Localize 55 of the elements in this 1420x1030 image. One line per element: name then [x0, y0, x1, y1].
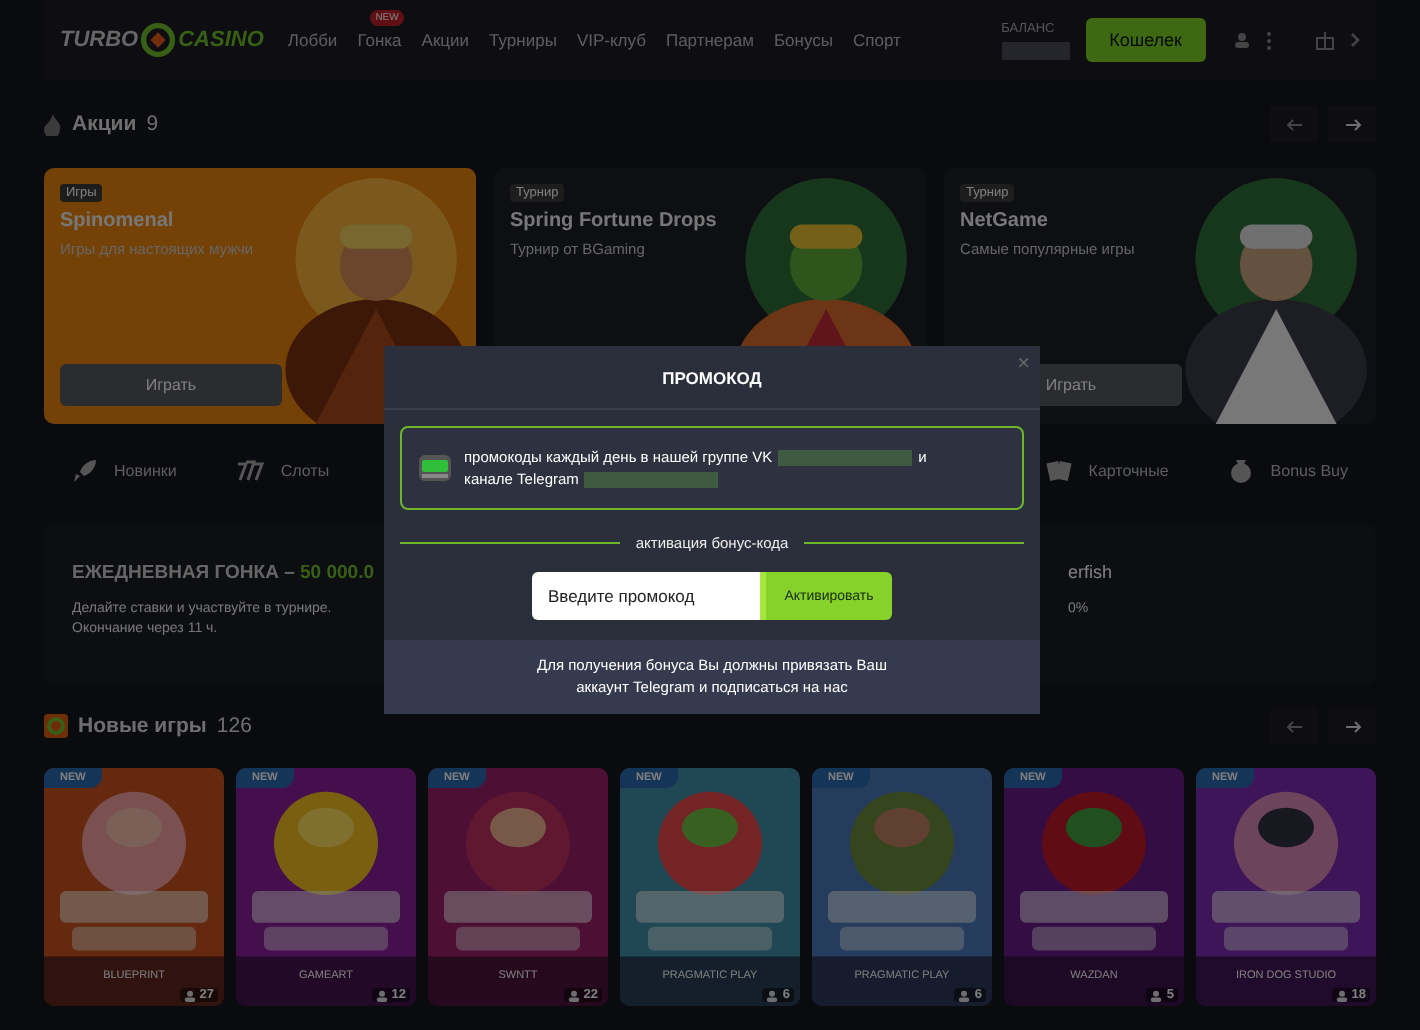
logo-text[interactable]: CASINO: [178, 28, 264, 52]
arrow-left-icon: [1285, 117, 1303, 131]
chevron-right-icon[interactable]: [1350, 32, 1360, 48]
gift-icon[interactable]: [1316, 31, 1334, 49]
arrow-left-button[interactable]: [1270, 106, 1318, 142]
balance-value: [1001, 41, 1070, 59]
cards-icon: [1046, 457, 1073, 483]
fire-icon: [44, 113, 62, 135]
sevens-icon: [236, 459, 265, 481]
game-icon: [44, 714, 68, 738]
category-link[interactable]: Новинки: [72, 457, 177, 483]
arrow-right-icon: [1343, 719, 1361, 733]
arrow-right-button[interactable]: [1328, 106, 1376, 142]
nav-link[interactable]: Бонусы: [773, 30, 833, 50]
wallet-button[interactable]: Кошелек: [1085, 18, 1206, 62]
section-title: Новые игры: [78, 714, 207, 738]
promo-title: NetGame: [960, 210, 1048, 232]
user-icon[interactable]: [1234, 32, 1250, 48]
players-icon: [958, 989, 971, 1001]
nav-link[interactable]: Гонка: [357, 30, 402, 50]
race-title: ЕЖЕДНЕВНАЯ ГОНКА – 50 000.0: [72, 562, 374, 584]
more-icon[interactable]: [1266, 31, 1272, 49]
nav-link[interactable]: VIP-клуб: [576, 30, 646, 50]
players-icon: [1335, 989, 1348, 1001]
section-title: Акции: [72, 112, 137, 136]
promo-title: Spring Fortune Drops: [510, 210, 717, 232]
arrow-left-icon: [1285, 719, 1303, 733]
rocket-icon: [72, 457, 98, 483]
arrow-right-icon: [1343, 117, 1361, 131]
promo-title: Spinomenal: [60, 210, 174, 232]
nav-link[interactable]: Акции: [421, 30, 470, 50]
bag-icon: [1228, 457, 1255, 483]
pager-icon: [418, 454, 452, 482]
category-link[interactable]: Bonus Buy: [1228, 457, 1348, 483]
logo-icon: [140, 22, 177, 58]
nav-link[interactable]: Спорт: [852, 30, 901, 50]
arrow-right-button[interactable]: [1328, 708, 1376, 744]
players-icon: [375, 989, 388, 1001]
category-link[interactable]: Карточные: [1046, 457, 1169, 483]
category-link[interactable]: Слоты: [236, 459, 330, 481]
dialog-title: ПРОМОКОД: [662, 367, 762, 387]
nav-link[interactable]: Турниры: [489, 30, 557, 50]
players-icon: [183, 989, 196, 1001]
race-side-title: erfish: [1067, 562, 1112, 582]
nav-link[interactable]: Лобби: [287, 30, 338, 50]
nav-link[interactable]: Партнерам: [665, 30, 754, 50]
promo-code-field[interactable]: Введите промокод: [532, 572, 760, 620]
players-icon: [766, 989, 779, 1001]
section-count: 126: [216, 714, 252, 738]
play-button[interactable]: Играть: [60, 364, 282, 406]
section-count: 9: [146, 112, 159, 136]
players-icon: [1150, 989, 1163, 1001]
arrow-left-button[interactable]: [1270, 708, 1318, 744]
logo-text[interactable]: TURBO: [60, 28, 139, 52]
players-icon: [567, 989, 580, 1001]
